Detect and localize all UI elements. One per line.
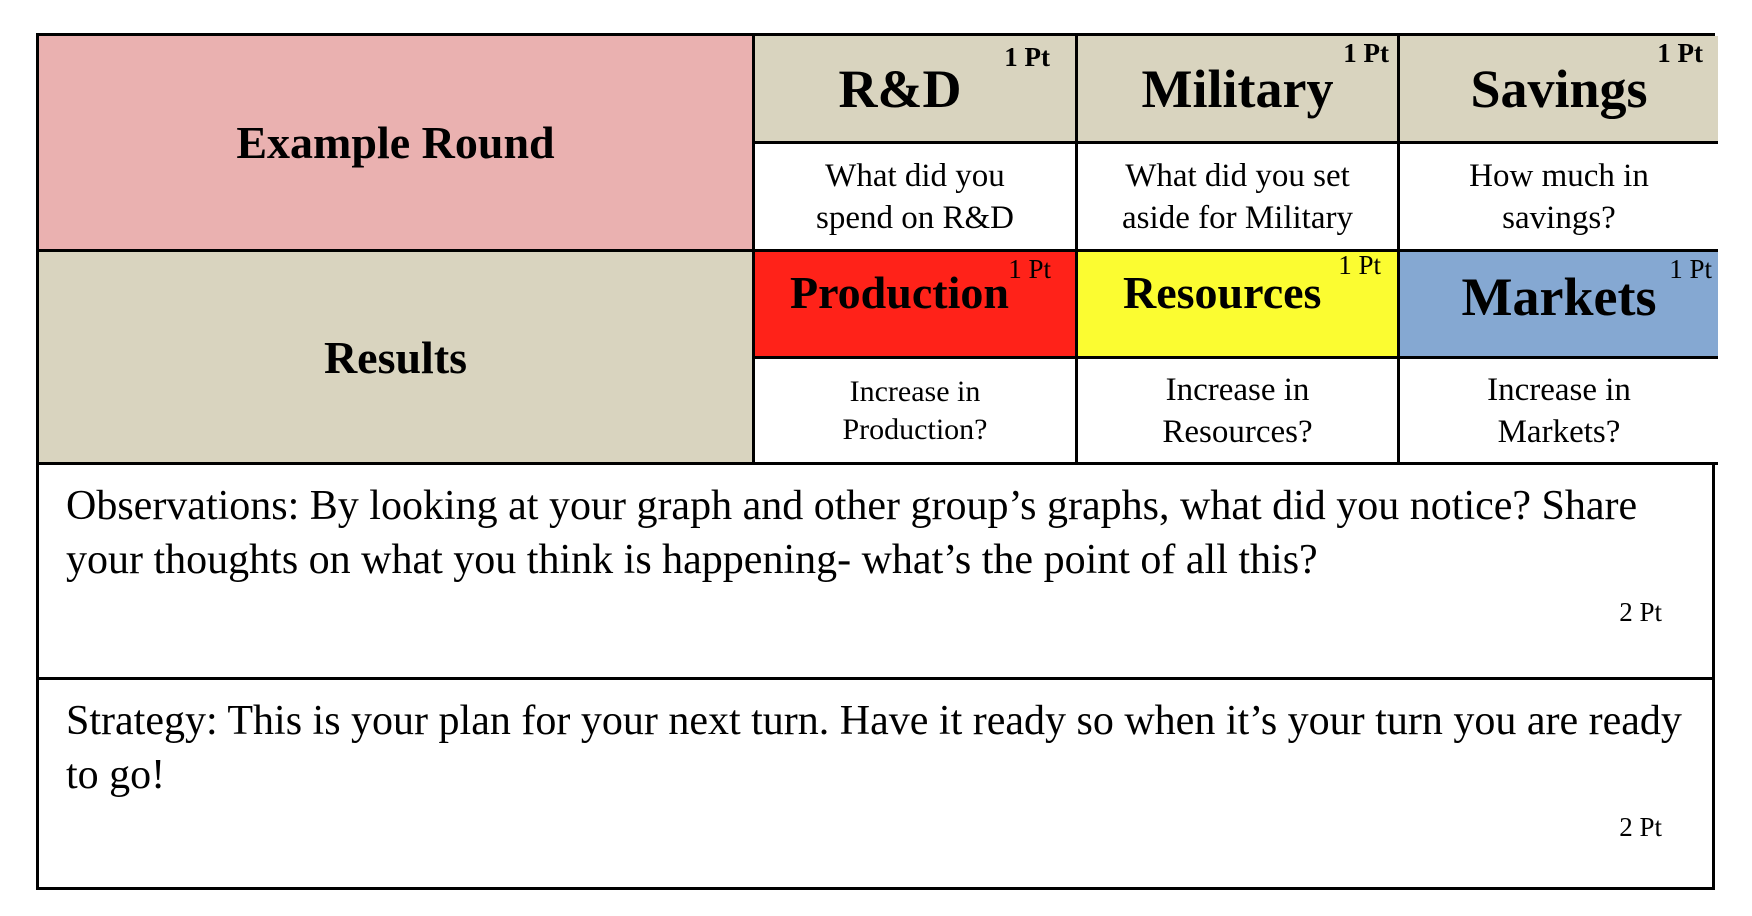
resources-question: Increase in Resources? (1162, 371, 1313, 450)
strategy-prompt: Strategy: This is your plan for your nex… (66, 698, 1682, 798)
rd-answer-cell[interactable]: What did you spend on R&D (755, 144, 1078, 252)
military-header: Military (1141, 58, 1334, 119)
savings-question: How much in savings? (1469, 157, 1649, 236)
strategy-points: 2 Pt (1619, 812, 1662, 842)
resources-header: Resources (1123, 267, 1322, 318)
markets-question: Increase in Markets? (1487, 371, 1631, 450)
rd-question: What did you spend on R&D (816, 157, 1014, 236)
results-label-cell: Results (39, 252, 755, 465)
example-round-label-cell: Example Round (39, 36, 755, 252)
rd-header-cell: R&D 1 Pt (755, 36, 1078, 144)
rd-points: 1 Pt (1004, 42, 1050, 72)
round-worksheet-table: Example Round R&D 1 Pt Military 1 Pt Sav… (36, 33, 1718, 890)
savings-header: Savings (1470, 58, 1648, 119)
savings-answer-cell[interactable]: How much in savings? (1400, 144, 1718, 252)
production-header-cell: Production 1 Pt (755, 252, 1078, 359)
strategy-cell[interactable]: Strategy: This is your plan for your nex… (39, 680, 1712, 887)
production-header: Production (790, 267, 1009, 318)
resources-points: 1 Pt (1338, 250, 1381, 280)
resources-header-cell: Resources 1 Pt (1078, 250, 1400, 359)
markets-answer-cell[interactable]: Increase in Markets? (1400, 359, 1718, 465)
markets-header: Markets (1461, 267, 1657, 327)
military-points: 1 Pt (1343, 38, 1389, 68)
military-answer-cell[interactable]: What did you set aside for Military (1078, 144, 1400, 252)
production-question: Increase in Production? (842, 374, 988, 446)
observations-points: 2 Pt (1619, 597, 1662, 627)
resources-answer-cell[interactable]: Increase in Resources? (1078, 359, 1400, 465)
production-points: 1 Pt (1008, 254, 1051, 284)
military-question: What did you set aside for Military (1122, 157, 1353, 236)
example-round-label: Example Round (236, 117, 555, 168)
markets-points: 1 Pt (1669, 254, 1712, 284)
savings-header-cell: Savings 1 Pt (1400, 36, 1718, 144)
observations-prompt: Observations: By looking at your graph a… (66, 483, 1638, 583)
savings-points: 1 Pt (1657, 38, 1703, 68)
production-answer-cell[interactable]: Increase in Production? (755, 359, 1078, 465)
observations-cell[interactable]: Observations: By looking at your graph a… (39, 465, 1712, 680)
military-header-cell: Military 1 Pt (1078, 36, 1400, 144)
results-label: Results (323, 331, 468, 383)
markets-header-cell: Markets 1 Pt (1400, 252, 1718, 359)
rd-header: R&D (838, 58, 962, 119)
